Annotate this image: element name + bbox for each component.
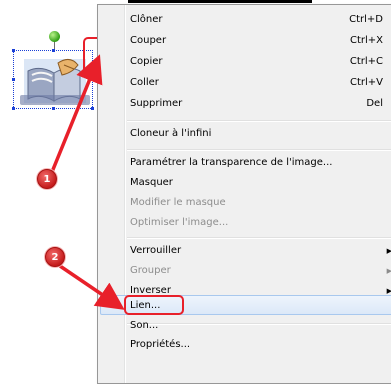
step-1-badge: 1 <box>37 169 57 189</box>
annotation-arrows <box>50 54 125 310</box>
step-2-badge: 2 <box>45 247 65 267</box>
arrow-step1 <box>50 54 103 173</box>
arrow-step2 <box>59 264 125 310</box>
